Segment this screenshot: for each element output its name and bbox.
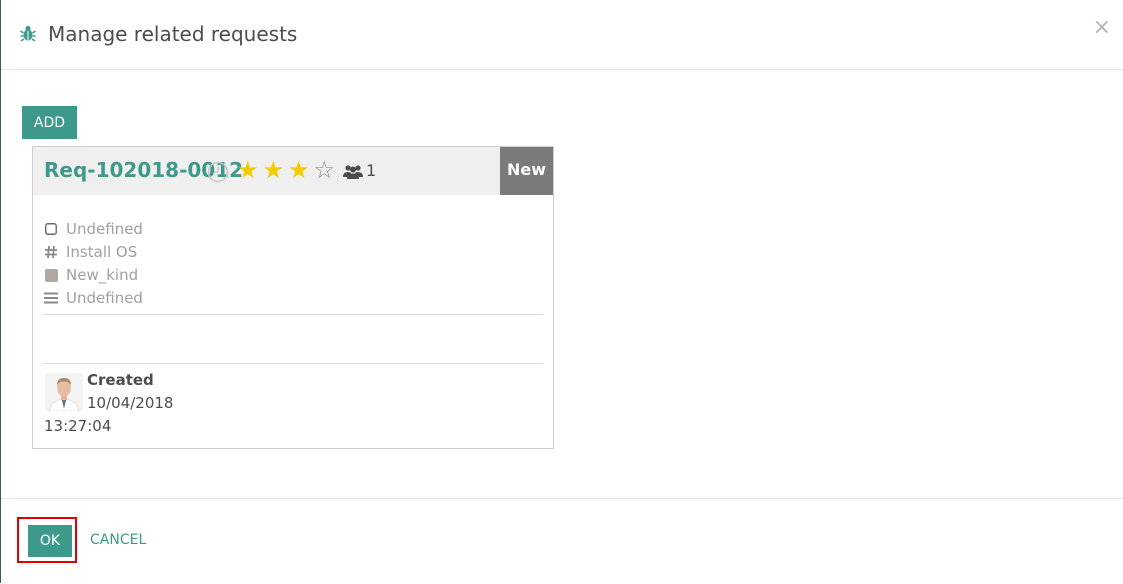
bug-icon	[20, 24, 36, 42]
status-badge: New	[500, 147, 553, 195]
star-filled-icon[interactable]: ★	[237, 157, 259, 183]
divider	[43, 314, 543, 315]
ok-button[interactable]: OK	[28, 525, 72, 557]
field-value: Undefined	[66, 220, 143, 238]
created-date: 10/04/2018	[87, 394, 174, 412]
dialog-title: Manage related requests	[48, 22, 298, 46]
followers-count: 1	[366, 161, 377, 180]
field-row: Undefined	[44, 287, 143, 309]
field-row: Install OS	[44, 241, 137, 263]
avatar	[45, 373, 83, 411]
clock-icon[interactable]	[207, 161, 229, 187]
dialog-footer: OK CANCEL	[1, 498, 1123, 584]
field-row: Undefined	[44, 218, 143, 240]
star-empty-icon[interactable]: ☆	[314, 157, 336, 183]
checkbox-icon	[44, 223, 58, 235]
created-label: Created	[87, 371, 154, 389]
request-card-header: Req-102018-0012 ★ ★ ★ ☆ 1 New	[33, 147, 553, 195]
square-icon	[44, 268, 58, 282]
modal-dialog: Manage related requests × ADD Req-102018…	[0, 0, 1123, 583]
star-filled-icon[interactable]: ★	[263, 157, 285, 183]
cancel-button[interactable]: CANCEL	[90, 531, 146, 549]
field-value: New_kind	[66, 266, 139, 284]
users-icon	[343, 163, 363, 183]
hash-icon	[44, 245, 58, 259]
field-value: Undefined	[66, 289, 143, 307]
field-row: New_kind	[44, 264, 138, 286]
add-button[interactable]: ADD	[22, 106, 77, 139]
star-filled-icon[interactable]: ★	[288, 157, 310, 183]
request-card[interactable]: Req-102018-0012 ★ ★ ★ ☆ 1 New Undefined …	[32, 146, 554, 449]
divider	[43, 363, 543, 364]
list-icon	[44, 292, 58, 304]
highlight-box: OK	[17, 517, 77, 563]
created-time: 13:27:04	[44, 417, 112, 435]
priority-stars: ★ ★ ★ ☆	[237, 157, 335, 183]
field-value: Install OS	[66, 243, 138, 261]
close-icon[interactable]: ×	[1093, 17, 1111, 39]
dialog-header: Manage related requests ×	[1, 0, 1123, 70]
